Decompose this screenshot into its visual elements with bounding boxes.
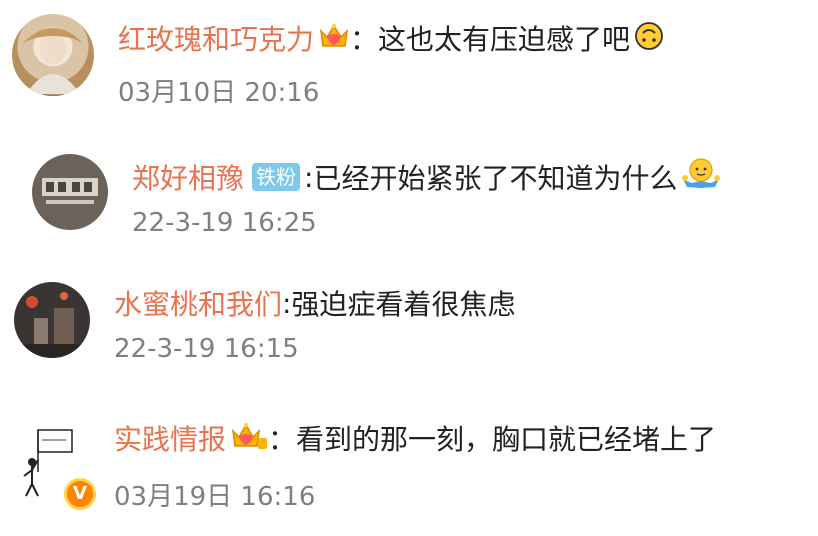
comment-text: 已经开始紧张了不知道为什么 (313, 162, 678, 195)
timestamp: 22-3-19 16:25 (132, 208, 317, 238)
comment-text: 这也太有压迫感了吧 (378, 23, 631, 56)
comment-text: 看到的那一刻，胸口就已经堵上了 (296, 423, 717, 456)
shrug-emoji-icon (681, 157, 721, 197)
username[interactable]: 水蜜桃和我们 (114, 283, 282, 323)
separator: ： (268, 423, 297, 456)
avatar[interactable] (14, 282, 90, 358)
upside-down-smiley-icon (634, 21, 664, 55)
crown-icon (230, 420, 268, 456)
comment-item-4: V 实践情报 ： 看到的那一刻，胸口就已经堵上了 03月19日 16:16 (0, 400, 818, 536)
verified-icon: V (64, 478, 96, 510)
timestamp: 22-3-19 16:15 (114, 334, 299, 364)
separator: ： (350, 23, 379, 56)
avatar-image (14, 292, 90, 358)
username[interactable]: 红玫瑰和巧克力 (118, 18, 314, 58)
comment-text: 强迫症看着很焦虑 (291, 288, 516, 321)
crown-icon (318, 21, 350, 55)
avatar-image (22, 28, 84, 94)
avatar[interactable] (12, 14, 94, 96)
timestamp: 03月19日 16:16 (114, 482, 316, 512)
separator: : (282, 286, 292, 320)
username[interactable]: 实践情报 (114, 418, 226, 458)
avatar-image (42, 178, 98, 204)
username[interactable]: 郑好相豫 (132, 157, 244, 197)
timestamp: 03月10日 20:16 (118, 78, 320, 108)
fan-badge: 铁粉 (252, 163, 301, 191)
separator: : (304, 160, 314, 194)
comment-item-1: 红玫瑰和巧克力 ： 这也太有压迫感了吧 03月10日 20:16 (0, 0, 818, 130)
comment-item-2: 郑好相豫 铁粉 : 已经开始紧张了不知道为什么 22-3-19 16:25 (0, 140, 818, 260)
avatar[interactable] (32, 154, 108, 230)
comment-item-3: 水蜜桃和我们 : 强迫症看着很焦虑 22-3-19 16:15 (0, 272, 818, 382)
